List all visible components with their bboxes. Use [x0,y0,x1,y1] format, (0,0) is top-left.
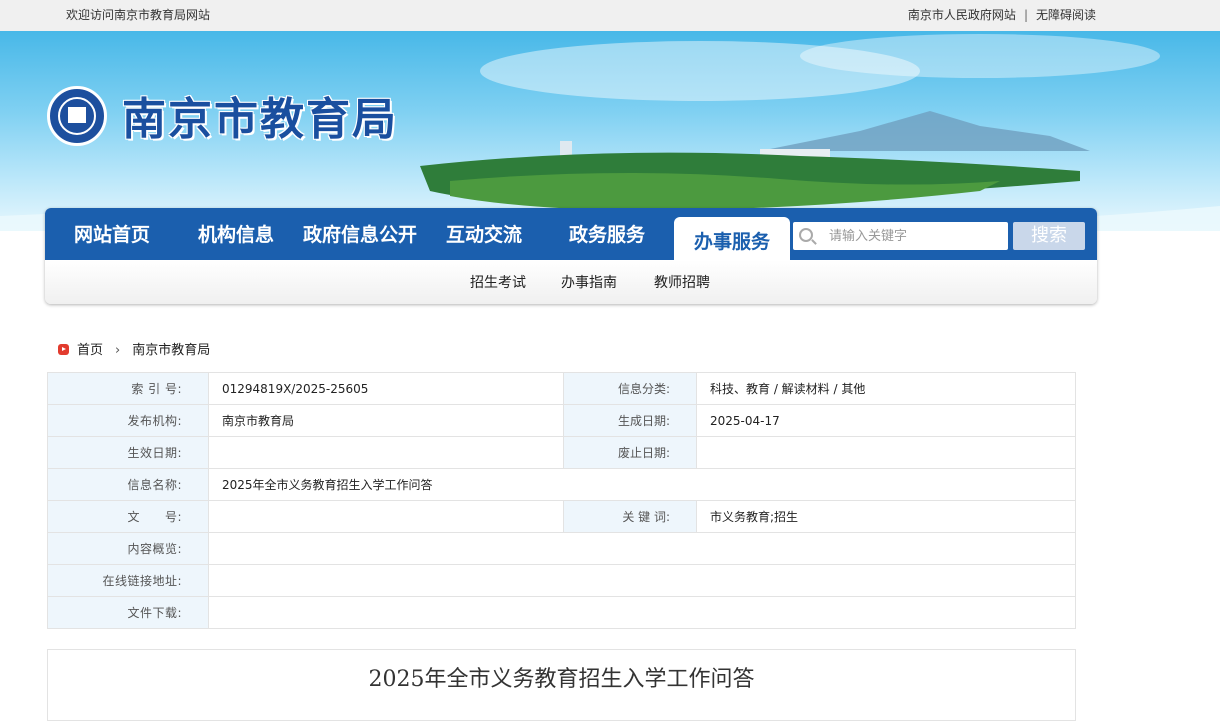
meta-value: 2025年全市义务教育招生入学工作问答 [208,468,1076,501]
separator: | [1023,8,1028,22]
gov-site-link[interactable]: 南京市人民政府网站 [908,8,1016,22]
breadcrumb-home[interactable]: 首页 [77,343,103,358]
meta-value [696,436,1076,469]
table-row: 发布机构: 南京市教育局 生成日期: 2025-04-17 [47,404,1076,437]
breadcrumb: 首页 › 南京市教育局 [58,339,210,358]
header-banner: 南京市教育局 [0,31,1220,231]
meta-label: 内容概览: [47,532,209,565]
nav-bar: 网站首页 机构信息 政府信息公开 互动交流 政务服务 办事服务 搜索 [45,208,1097,260]
meta-label: 生效日期: [47,436,209,469]
article-container: 2025年全市义务教育招生入学工作问答 [47,649,1076,721]
meta-label: 废止日期: [563,436,697,469]
main-navigation: 网站首页 机构信息 政府信息公开 互动交流 政务服务 办事服务 搜索 招生考试 … [45,208,1097,304]
meta-label: 在线链接地址: [47,564,209,597]
meta-value: 01294819X/2025-25605 [208,372,564,405]
home-icon [58,344,69,355]
table-row: 索 引 号: 01294819X/2025-25605 信息分类: 科技、教育 … [47,372,1076,405]
search-icon [799,228,813,242]
subnav-item-recruit[interactable]: 教师招聘 [654,272,710,292]
nav-item-gov-info[interactable]: 政府信息公开 [303,220,417,247]
info-metadata-table: 索 引 号: 01294819X/2025-25605 信息分类: 科技、教育 … [47,372,1076,629]
table-row: 信息名称: 2025年全市义务教育招生入学工作问答 [47,468,1076,501]
meta-value [208,500,564,533]
nav-item-interaction[interactable]: 互动交流 [446,220,522,247]
nav-item-services-label: 办事服务 [694,231,771,253]
article-title: 2025年全市义务教育招生入学工作问答 [368,667,755,692]
meta-label: 信息名称: [47,468,209,501]
search-box [793,222,1008,250]
search-button[interactable]: 搜索 [1013,222,1085,250]
meta-value[interactable] [208,564,1076,597]
table-row: 文件下载: [47,596,1076,629]
table-row: 在线链接地址: [47,564,1076,597]
welcome-text: 欢迎访问南京市教育局网站 [66,8,211,22]
search-input[interactable] [827,225,1001,247]
bureau-seal-logo [47,86,107,146]
subnav-item-exams[interactable]: 招生考试 [470,272,526,292]
meta-label: 索 引 号: [47,372,209,405]
table-row: 文 号: 关 键 词: 市义务教育;招生 [47,500,1076,533]
meta-label: 文件下载: [47,596,209,629]
accessibility-link[interactable]: 无障碍阅读 [1036,8,1096,22]
meta-label: 发布机构: [47,404,209,437]
chevron-right-icon: › [115,343,121,358]
sub-navigation: 招生考试 办事指南 教师招聘 [45,260,1097,304]
table-row: 内容概览: [47,532,1076,565]
meta-value[interactable] [208,596,1076,629]
nav-item-org-info[interactable]: 机构信息 [198,220,274,247]
meta-value: 市义务教育;招生 [696,500,1076,533]
nav-item-gov-services[interactable]: 政务服务 [569,220,645,247]
meta-label: 信息分类: [563,372,697,405]
nav-item-services-active[interactable]: 办事服务 [674,217,790,260]
table-row: 生效日期: 废止日期: [47,436,1076,469]
meta-label: 生成日期: [563,404,697,437]
meta-value: 南京市教育局 [208,404,564,437]
breadcrumb-current[interactable]: 南京市教育局 [132,343,210,358]
nav-item-home[interactable]: 网站首页 [74,220,150,247]
subnav-item-guide[interactable]: 办事指南 [561,272,617,292]
meta-value [208,532,1076,565]
meta-label: 关 键 词: [563,500,697,533]
site-title: 南京市教育局 [122,94,398,145]
meta-value [208,436,564,469]
meta-value: 科技、教育 / 解读材料 / 其他 [696,372,1076,405]
top-bar: 欢迎访问南京市教育局网站 南京市人民政府网站 | 无障碍阅读 [0,0,1220,31]
meta-label: 文 号: [47,500,209,533]
meta-value: 2025-04-17 [696,404,1076,437]
